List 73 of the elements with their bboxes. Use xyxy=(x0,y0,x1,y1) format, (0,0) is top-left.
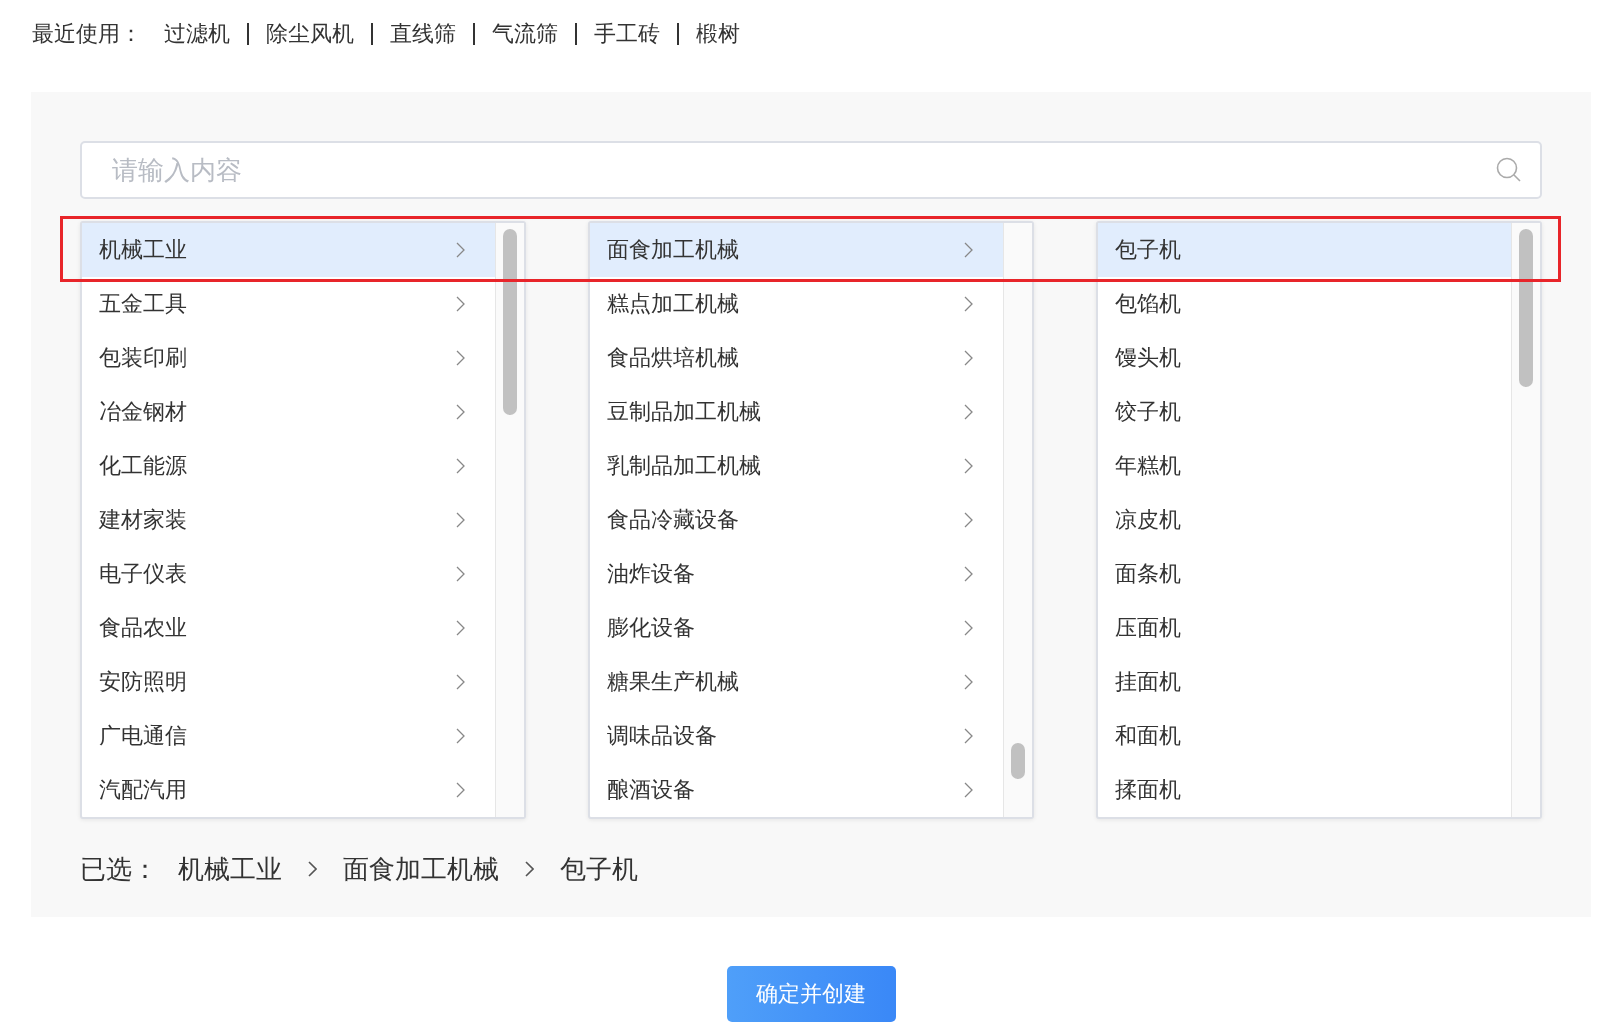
chevron-right-icon xyxy=(456,566,465,582)
category-item[interactable]: 揉面机 xyxy=(1098,763,1511,817)
recent-link[interactable]: 气流筛 xyxy=(473,23,575,45)
category-item[interactable]: 豆制品加工机械 xyxy=(590,385,1003,439)
category-item[interactable]: 包馅机 xyxy=(1098,277,1511,331)
recent-link[interactable]: 椴树 xyxy=(677,23,757,45)
recent-label: 最近使用： xyxy=(32,20,142,48)
search-icon[interactable] xyxy=(1496,157,1522,183)
chevron-right-icon xyxy=(456,458,465,474)
category-item[interactable]: 膨化设备 xyxy=(590,601,1003,655)
category-item[interactable]: 安防照明 xyxy=(82,655,495,709)
category-item[interactable]: 汽配汽用 xyxy=(82,763,495,817)
category-item[interactable]: 年糕机 xyxy=(1098,439,1511,493)
category-item[interactable]: 化工能源 xyxy=(82,439,495,493)
scrollbar-thumb[interactable] xyxy=(503,229,517,415)
category-item[interactable]: 凉皮机 xyxy=(1098,493,1511,547)
chevron-right-icon xyxy=(456,296,465,312)
chevron-right-icon xyxy=(456,620,465,636)
category-item[interactable]: 油炸设备 xyxy=(590,547,1003,601)
chevron-right-icon xyxy=(456,242,465,258)
category-item[interactable]: 乳制品加工机械 xyxy=(590,439,1003,493)
chevron-right-icon xyxy=(308,861,317,877)
chevron-right-icon xyxy=(964,782,973,798)
chevron-right-icon xyxy=(456,674,465,690)
chevron-right-icon xyxy=(456,404,465,420)
chevron-right-icon xyxy=(964,350,973,366)
category-item[interactable]: 食品冷藏设备 xyxy=(590,493,1003,547)
category-item[interactable]: 糕点加工机械 xyxy=(590,277,1003,331)
category-item[interactable]: 机械工业 xyxy=(82,223,495,277)
category-item[interactable]: 挂面机 xyxy=(1098,655,1511,709)
chevron-right-icon xyxy=(964,512,973,528)
category-item[interactable]: 广电通信 xyxy=(82,709,495,763)
recent-link[interactable]: 手工砖 xyxy=(575,23,677,45)
category-item[interactable]: 调味品设备 xyxy=(590,709,1003,763)
category-item[interactable]: 包子机 xyxy=(1098,223,1511,277)
category-item[interactable]: 面食加工机械 xyxy=(590,223,1003,277)
chevron-right-icon xyxy=(964,620,973,636)
category-item[interactable]: 电子仪表 xyxy=(82,547,495,601)
chevron-right-icon xyxy=(525,861,534,877)
selected-path-item: 包子机 xyxy=(560,852,638,886)
scrollbar-thumb[interactable] xyxy=(1011,743,1025,779)
scrollbar-thumb[interactable] xyxy=(1519,229,1533,387)
recent-link[interactable]: 除尘风机 xyxy=(247,23,371,45)
chevron-right-icon xyxy=(964,458,973,474)
chevron-right-icon xyxy=(456,728,465,744)
chevron-right-icon xyxy=(964,566,973,582)
chevron-right-icon xyxy=(964,296,973,312)
chevron-right-icon xyxy=(964,404,973,420)
category-item[interactable]: 压面机 xyxy=(1098,601,1511,655)
chevron-right-icon xyxy=(456,782,465,798)
selected-path-item: 面食加工机械 xyxy=(343,852,499,886)
chevron-right-icon xyxy=(964,728,973,744)
category-item[interactable]: 酿酒设备 xyxy=(590,763,1003,817)
category-item[interactable]: 食品烘培机械 xyxy=(590,331,1003,385)
chevron-right-icon xyxy=(964,674,973,690)
selected-label: 已选： xyxy=(80,852,158,886)
category-item[interactable]: 和面机 xyxy=(1098,709,1511,763)
recent-link[interactable]: 过滤机 xyxy=(164,23,247,45)
category-item[interactable]: 冶金钢材 xyxy=(82,385,495,439)
chevron-right-icon xyxy=(456,512,465,528)
category-item[interactable]: 饺子机 xyxy=(1098,385,1511,439)
chevron-right-icon xyxy=(964,242,973,258)
chevron-right-icon xyxy=(456,350,465,366)
selected-path-item: 机械工业 xyxy=(178,852,282,886)
category-item[interactable]: 面条机 xyxy=(1098,547,1511,601)
category-item[interactable]: 馒头机 xyxy=(1098,331,1511,385)
recent-link[interactable]: 直线筛 xyxy=(371,23,473,45)
search-field[interactable]: 请输入内容 xyxy=(80,141,1542,199)
category-item[interactable]: 食品农业 xyxy=(82,601,495,655)
category-item[interactable]: 建材家装 xyxy=(82,493,495,547)
category-item[interactable]: 糖果生产机械 xyxy=(590,655,1003,709)
category-item[interactable]: 五金工具 xyxy=(82,277,495,331)
category-item[interactable]: 包装印刷 xyxy=(82,331,495,385)
